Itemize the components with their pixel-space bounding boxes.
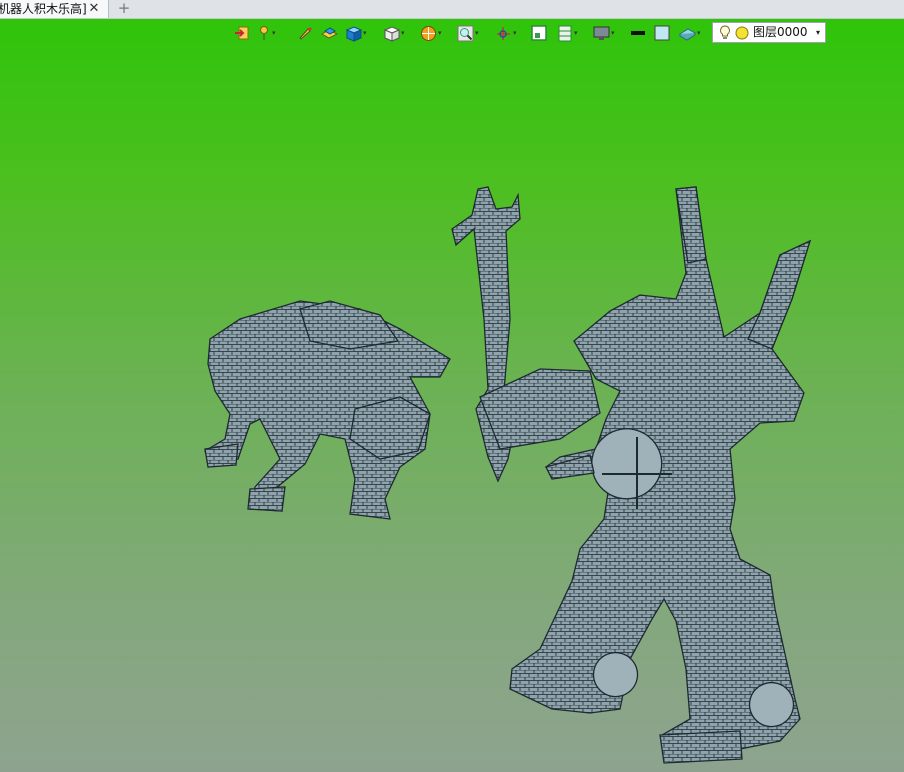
document-tab[interactable]: 机器人积木乐高] ✕	[0, 0, 109, 18]
document-tab-title[interactable]: 机器人积木乐高]	[0, 0, 87, 18]
robot-model	[451, 186, 812, 764]
add-tab-icon[interactable]: +	[117, 0, 131, 16]
lion-model	[204, 300, 451, 520]
3d-viewport[interactable]: ▾ ▾ ▾ ▾ ▾ ▾ ▾ ▾ ▾ 图层0000 ▾	[0, 19, 904, 772]
model-scene	[204, 186, 812, 764]
close-icon[interactable]: ✕	[88, 0, 100, 18]
tab-bar: 机器人积木乐高] ✕ +	[0, 0, 904, 19]
